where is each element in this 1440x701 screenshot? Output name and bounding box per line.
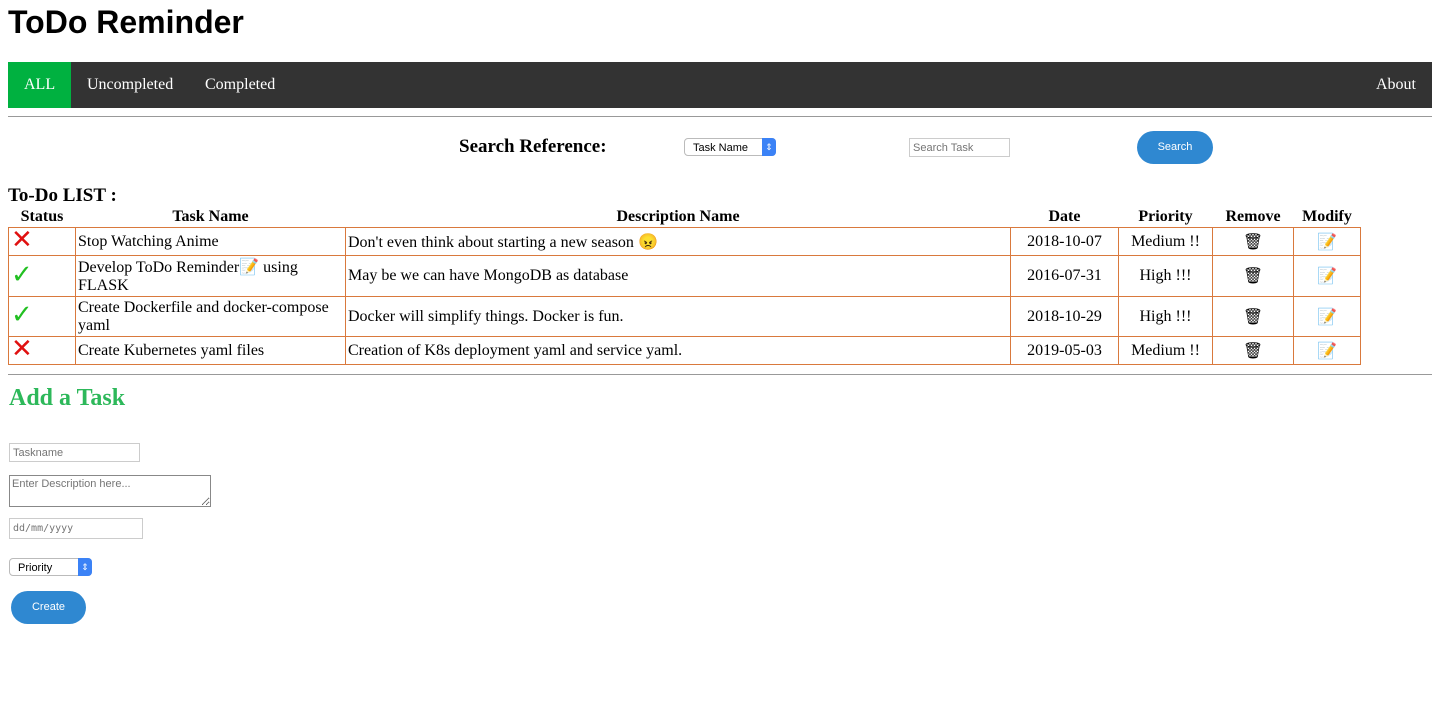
app-title: ToDo Reminder <box>8 4 244 40</box>
todo-table: Status Task Name Description Name Date P… <box>8 206 1361 365</box>
table-row: ✕ Stop Watching Anime Don't even think a… <box>8 225 1361 256</box>
edit-icon[interactable]: 📝 <box>1317 307 1337 326</box>
task-text: Develop ToDo Reminder <box>78 259 240 276</box>
create-button[interactable]: Create <box>11 591 86 624</box>
task-name: Develop ToDo Reminder📝 using FLASK <box>75 255 346 297</box>
check-icon: ✓ <box>11 259 33 290</box>
task-name: Create Kubernetes yaml files <box>75 336 346 365</box>
cross-icon: ✕ <box>11 225 33 255</box>
divider <box>8 374 1432 375</box>
trash-icon[interactable]: 🗑 <box>1243 232 1263 251</box>
chevron-updown-icon: ⇕ <box>762 138 776 156</box>
task-priority: Medium !! <box>1118 336 1213 365</box>
priority-select[interactable]: Priority ⇕ <box>9 558 92 576</box>
select-value: Priority <box>18 562 53 574</box>
task-description: Don't even think about starting a new se… <box>345 227 1011 256</box>
col-remove: Remove <box>1225 207 1281 225</box>
nav-completed[interactable]: Completed <box>189 62 291 108</box>
select-value: Task Name <box>693 142 749 154</box>
task-date: 2018-10-29 <box>1010 296 1119 337</box>
table-row: ✕ Create Kubernetes yaml files Creation … <box>8 334 1361 365</box>
col-priority: Priority <box>1138 207 1193 225</box>
col-task-name: Task Name <box>172 207 249 225</box>
nav-uncompleted[interactable]: Uncompleted <box>71 62 189 108</box>
task-name: Stop Watching Anime <box>75 227 346 256</box>
navbar: ALL Uncompleted Completed About <box>8 62 1432 108</box>
angry-face-icon: 😠 <box>637 233 658 251</box>
search-input[interactable] <box>909 138 1010 157</box>
task-priority: High !!! <box>1118 255 1213 297</box>
date-input[interactable] <box>9 518 143 539</box>
trash-icon[interactable]: 🗑 <box>1243 266 1263 285</box>
trash-icon[interactable]: 🗑 <box>1243 341 1263 360</box>
edit-icon[interactable]: 📝 <box>1317 232 1337 251</box>
trash-icon[interactable]: 🗑 <box>1243 307 1263 326</box>
search-button[interactable]: Search <box>1137 131 1213 164</box>
task-description: Docker will simplify things. Docker is f… <box>345 296 1011 337</box>
task-date: 2016-07-31 <box>1010 255 1119 297</box>
task-date: 2018-10-07 <box>1010 227 1119 256</box>
search-reference-label: Search Reference: <box>459 136 607 157</box>
list-heading: To-Do LIST : <box>8 185 117 206</box>
divider <box>8 116 1432 117</box>
table-row: ✓ Develop ToDo Reminder📝 using FLASK May… <box>8 255 1361 297</box>
add-task-heading: Add a Task <box>9 385 126 411</box>
task-description: May be we can have MongoDB as database <box>345 255 1011 297</box>
table-row: ✓ Create Dockerfile and docker-compose y… <box>8 296 1361 337</box>
memo-icon: 📝 <box>239 259 260 276</box>
check-icon: ✓ <box>11 300 33 330</box>
edit-icon[interactable]: 📝 <box>1317 341 1337 360</box>
cross-icon: ✕ <box>11 334 33 364</box>
task-name: Create Dockerfile and docker-compose yam… <box>75 296 346 337</box>
search-reference-select[interactable]: Task Name ⇕ <box>684 138 776 156</box>
nav-all[interactable]: ALL <box>8 62 72 108</box>
taskname-input[interactable] <box>9 443 140 462</box>
desc-text: Don't even think about starting a new se… <box>348 233 634 251</box>
task-priority: Medium !! <box>1118 227 1213 256</box>
nav-about[interactable]: About <box>1360 62 1432 108</box>
col-modify: Modify <box>1302 207 1352 225</box>
chevron-updown-icon: ⇕ <box>78 558 92 576</box>
description-textarea[interactable] <box>9 475 211 507</box>
task-priority: High !!! <box>1118 296 1213 337</box>
task-date: 2019-05-03 <box>1010 336 1119 365</box>
col-description: Description Name <box>616 207 740 225</box>
col-date: Date <box>1048 207 1081 225</box>
task-description: Creation of K8s deployment yaml and serv… <box>345 336 1011 365</box>
edit-icon[interactable]: 📝 <box>1317 266 1337 285</box>
